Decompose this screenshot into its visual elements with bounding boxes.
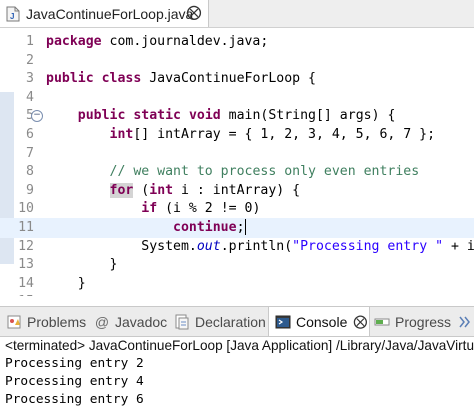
line-number: 1 [26,34,34,49]
java-file-icon: J [6,6,20,22]
code-line[interactable]: 10 if (i % 2 != 0) [0,199,474,219]
close-icon[interactable]: ⨂ [186,5,202,21]
text-caret [244,219,246,235]
line-number: 10 [18,201,34,217]
code-text: public static void main(String[] args) { [77,108,396,124]
console-status: <terminated> JavaContinueForLoop [Java A… [5,338,474,353]
code-text: for (int i : intArray) { [109,182,301,198]
code-text: } [46,257,118,273]
editor-tab-bar: J JavaContinueForLoop.java ⨂ [0,0,474,27]
code-text: public class JavaContinueForLoop { [46,71,316,87]
code-line[interactable]: 15 [0,292,474,296]
line-number: 8 [26,164,34,180]
code-line[interactable]: 14 } [0,274,474,294]
code-line[interactable]: 6 int[] intArray = { 1, 2, 3, 4, 5, 6, 7… [0,125,474,145]
line-number: 11 [18,220,34,235]
tab-overflow[interactable] [458,307,474,336]
progress-icon [374,314,390,330]
views-tab-bar: Problems @ Javadoc Declaration Console ⨂ [0,306,474,337]
line-number: 4 [26,89,34,105]
tab-progress[interactable]: Progress [374,307,451,336]
code-text: continue; [173,219,246,235]
code-line[interactable]: 13 } [0,255,474,275]
tab-label: Progress [395,313,452,330]
code-line[interactable]: 5− public static void main(String[] args… [0,106,474,126]
code-line[interactable]: 12 System.out.println("Processing entry … [0,237,474,257]
line-number: 2 [26,52,34,68]
code-text: package com.journaldev.java; [46,34,269,49]
svg-text:J: J [10,12,14,21]
console-icon [275,314,291,330]
code-line[interactable]: 1 package com.journaldev.java; [0,32,474,52]
console-view[interactable]: <terminated> JavaContinueForLoop [Java A… [0,337,474,412]
code-text: } [46,275,86,291]
tab-label: Declaration [195,313,266,330]
tab-declaration[interactable]: Declaration [174,307,266,336]
code-line[interactable]: 4 [0,88,474,108]
code-line[interactable]: 9 for (int i : intArray) { [0,181,474,201]
line-number: 12 [18,238,34,254]
line-number: 9 [26,182,34,198]
tab-javadoc[interactable]: @ Javadoc [94,307,167,336]
overflow-icon [458,314,474,330]
line-number: 13 [18,257,34,273]
console-output-line: Processing entry 2 [5,356,144,371]
editor-tab-title: JavaContinueForLoop.java [26,5,194,22]
close-icon[interactable]: ⨂ [353,313,367,330]
code-line[interactable]: 11 continue; [0,218,474,238]
editor-tab[interactable]: J JavaContinueForLoop.java ⨂ [0,0,209,27]
line-number: 6 [26,127,34,142]
problems-icon [6,314,22,330]
code-text: // we want to process only even entries [109,164,420,180]
tab-console[interactable]: Console ⨂ [268,307,370,336]
tab-label: Problems [27,313,87,330]
code-line[interactable]: 8 // we want to process only even entrie… [0,162,474,182]
line-number: 7 [26,145,34,161]
code-line[interactable]: 2 [0,51,474,71]
at-sign-icon: @ [94,313,110,330]
tab-label: Javadoc [115,313,168,330]
code-line[interactable]: 7 [0,144,474,164]
code-text: System.out.println("Processing entry " +… [46,238,474,254]
console-output-line: Processing entry 6 [5,392,144,407]
code-editor[interactable]: 1 package com.journaldev.java; 2 3 public cl… [0,28,474,296]
fold-collapse-icon[interactable]: − [31,110,43,123]
line-number: 15 [14,292,34,296]
line-number: 3 [26,71,34,87]
code-line[interactable]: 3 public class JavaContinueForLoop { [0,69,474,89]
console-output-line: Processing entry 4 [5,374,144,389]
tab-problems[interactable]: Problems [6,307,86,336]
tab-label: Console [296,313,348,330]
line-number: 14 [18,275,34,291]
code-text: int[] intArray = { 1, 2, 3, 4, 5, 6, 7 }… [109,127,436,142]
declaration-icon [174,314,190,330]
code-text: if (i % 2 != 0) [141,201,261,217]
